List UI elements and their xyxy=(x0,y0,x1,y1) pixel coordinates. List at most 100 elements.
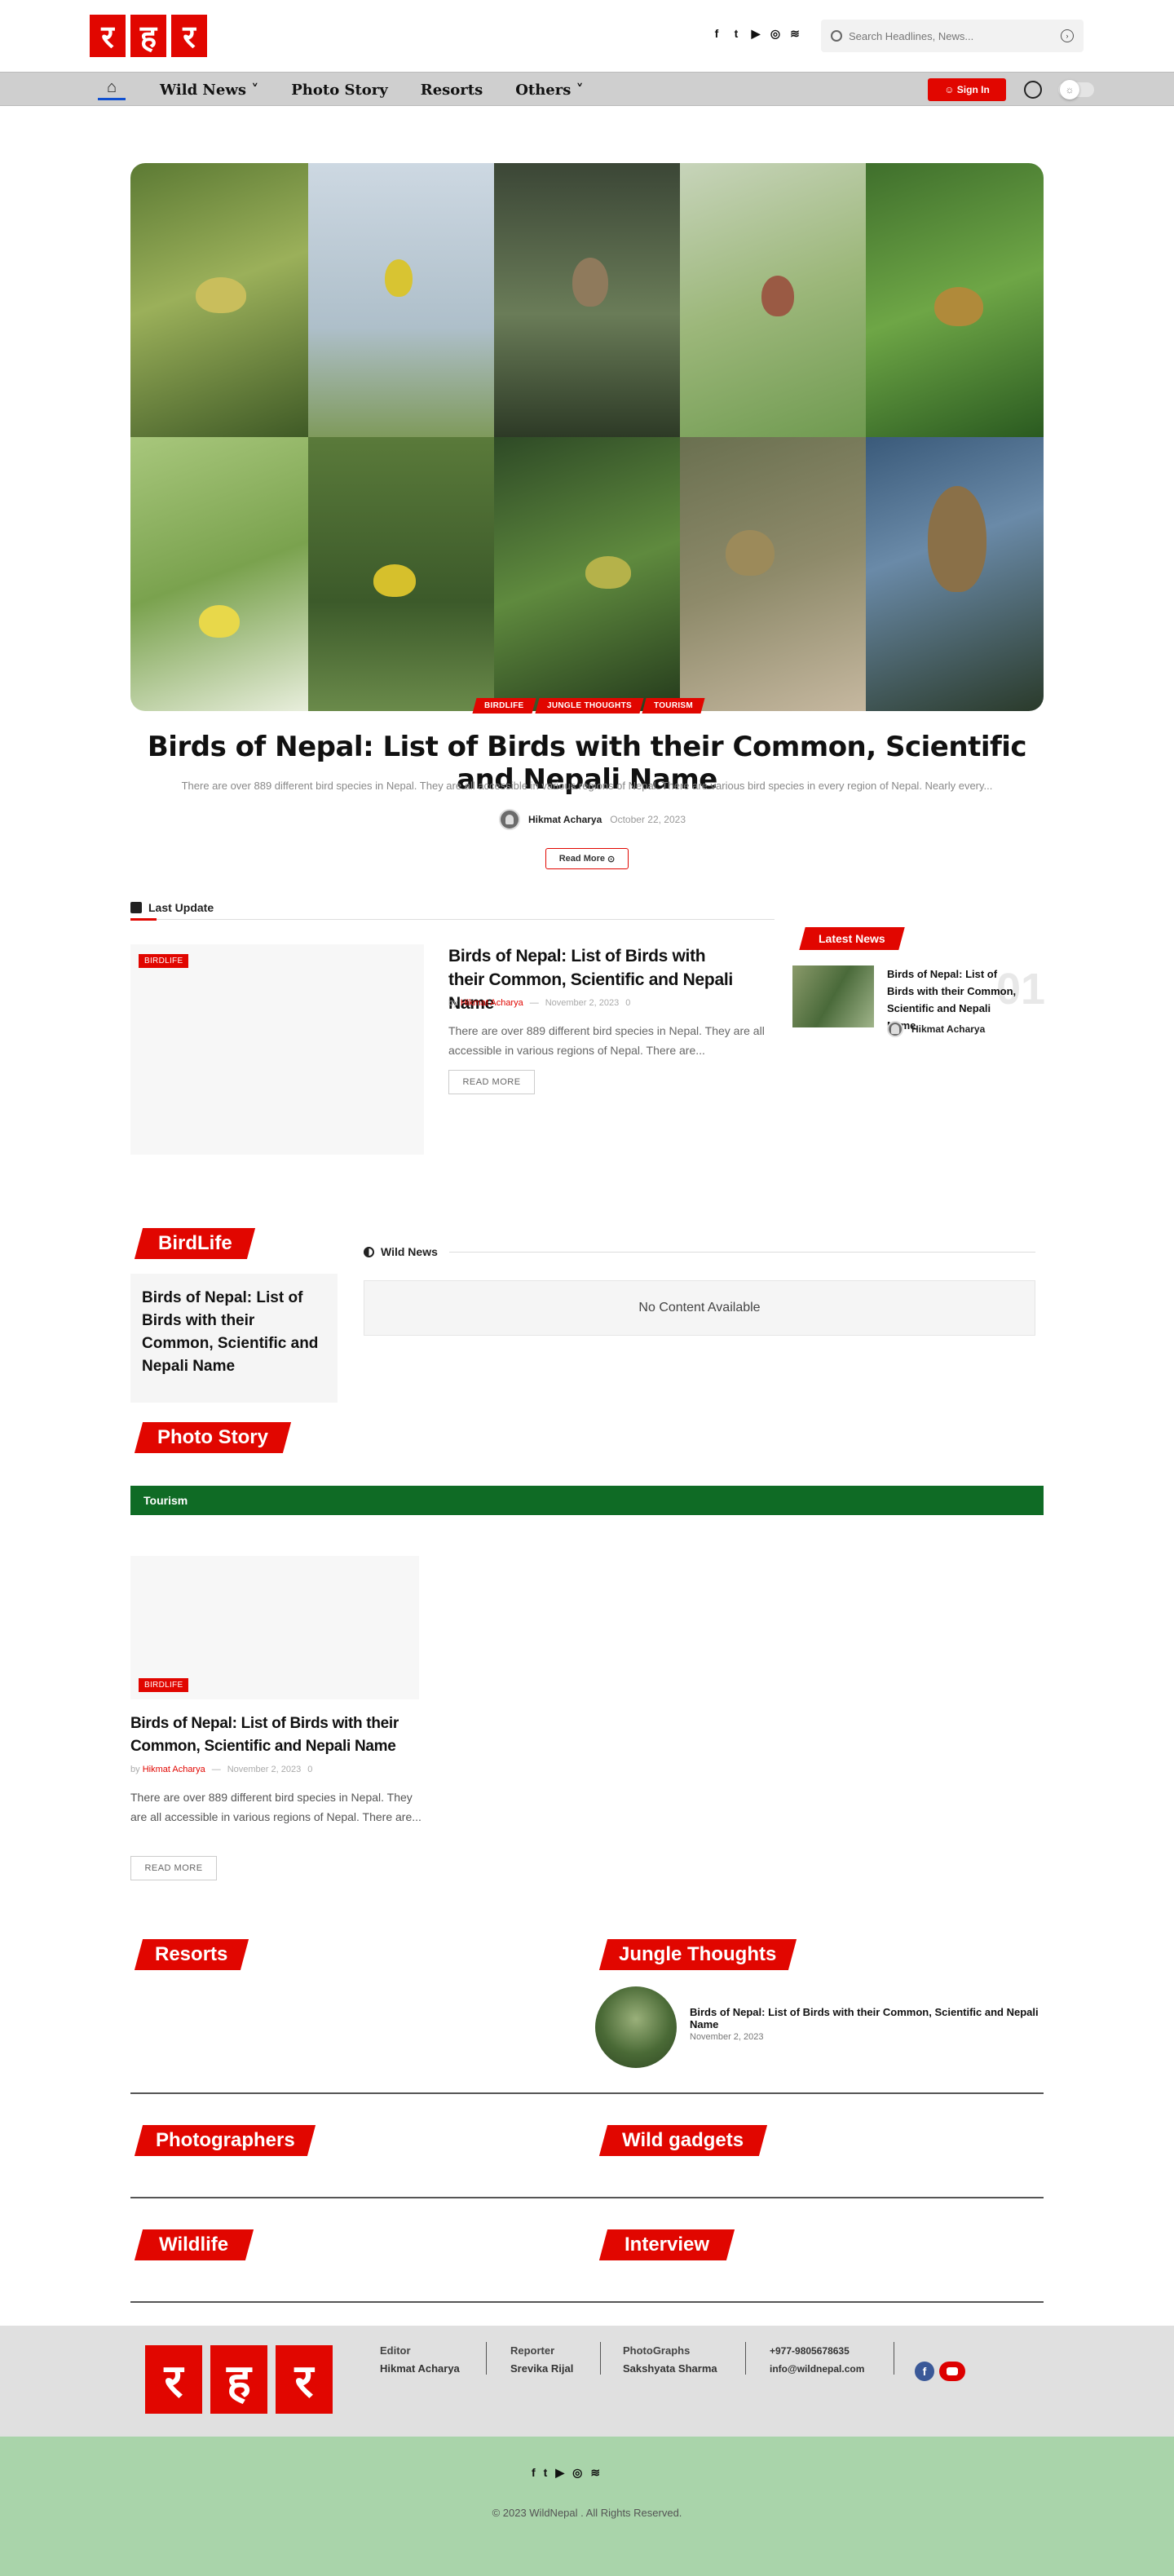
comment-count[interactable]: 0 xyxy=(307,1765,312,1774)
read-more-button[interactable]: Read More ⊙ xyxy=(545,848,629,869)
nav-wild-news[interactable]: Wild News ˅ xyxy=(160,82,258,99)
youtube-icon[interactable] xyxy=(939,2362,965,2381)
birdlife-heading[interactable]: BirdLife xyxy=(134,1228,256,1259)
home-icon[interactable]: ⌂ xyxy=(98,79,126,100)
comment-count[interactable]: 0 xyxy=(625,998,630,1008)
youtube-icon[interactable]: ▶ xyxy=(555,2466,564,2480)
twitter-icon[interactable]: t xyxy=(730,27,742,40)
post-meta: by Hikmat Acharya — November 2, 2023 0 xyxy=(130,1765,313,1774)
post-thumbnail[interactable] xyxy=(792,965,874,1027)
read-more-button[interactable]: READ MORE xyxy=(448,1070,535,1094)
footer-contact: +977-9805678635 info@wildnepal.com xyxy=(770,2342,864,2378)
search-submit-icon[interactable]: › xyxy=(1061,29,1074,42)
logo-letter: ह xyxy=(210,2345,267,2414)
facebook-icon[interactable]: f xyxy=(711,27,722,40)
avatar xyxy=(887,1021,903,1037)
site-logo[interactable]: र ह र xyxy=(90,15,207,57)
search-icon xyxy=(831,30,842,42)
footer-info: र ह र Editor Hikmat Acharya Reporter Srevi… xyxy=(0,2326,1174,2437)
search-input[interactable]: Search Headlines, News... › xyxy=(821,20,1084,52)
sign-in-button[interactable]: ☺ Sign In xyxy=(928,78,1006,101)
hero-excerpt: There are over 889 different bird specie… xyxy=(181,780,993,792)
post-thumbnail[interactable] xyxy=(595,1986,677,2068)
dark-mode-toggle[interactable]: ☼ xyxy=(1058,80,1094,99)
read-more-button[interactable]: READ MORE xyxy=(130,1856,217,1880)
post-title[interactable]: Birds of Nepal: List of Birds with their… xyxy=(130,1712,416,1758)
footer-social: f xyxy=(915,2362,965,2381)
avatar xyxy=(499,809,520,830)
instagram-icon[interactable]: ◎ xyxy=(572,2466,582,2480)
hero-categories: BIRDLIFE JUNGLE THOUGHTS TOURISM xyxy=(472,698,706,714)
section-divider xyxy=(130,2092,1044,2094)
hero-image-collage[interactable] xyxy=(130,163,1044,711)
post-meta: by Hikmat Acharya — November 2, 2023 0 xyxy=(448,998,631,1008)
wildlife-heading[interactable]: Wildlife xyxy=(134,2229,254,2260)
birdlife-card[interactable]: Birds of Nepal: List of Birds with their… xyxy=(130,1274,338,1403)
logo-letter: र xyxy=(276,2345,333,2414)
copyright: © 2023 WildNepal . All Rights Reserved. xyxy=(492,2507,682,2519)
main-nav: ⌂ Wild News ˅ Photo Story Resorts Others… xyxy=(0,72,1174,106)
wild-gadgets-heading[interactable]: Wild gadgets xyxy=(598,2125,768,2156)
bird-photo xyxy=(680,437,866,711)
category-tag[interactable]: JUNGLE THOUGHTS xyxy=(534,698,644,714)
facebook-icon[interactable]: f xyxy=(915,2362,934,2381)
instagram-icon[interactable]: ◎ xyxy=(770,27,781,40)
author-link[interactable]: Hikmat Acharya xyxy=(461,998,523,1008)
bird-photo xyxy=(494,437,680,711)
resorts-heading[interactable]: Resorts xyxy=(134,1939,249,1970)
footer-divider xyxy=(486,2342,487,2375)
post-title[interactable]: Birds of Nepal: List of Birds with their… xyxy=(690,2006,1048,2030)
photographers-heading[interactable]: Photographers xyxy=(134,2125,316,2156)
empty-state: No Content Available xyxy=(364,1280,1035,1336)
logo-letter: र xyxy=(90,15,126,57)
bird-photo xyxy=(130,437,308,711)
category-tag[interactable]: BIRDLIFE xyxy=(139,954,189,968)
author-name[interactable]: Hikmat Acharya xyxy=(911,1023,985,1035)
search-placeholder: Search Headlines, News... xyxy=(849,29,974,42)
post-excerpt: There are over 889 different bird specie… xyxy=(448,1024,765,1057)
category-tag[interactable]: BIRDLIFE xyxy=(472,698,536,714)
page: र ह र f t ▶ ◎ ≋ Search Headlines, News..… xyxy=(0,0,1174,2576)
category-tag[interactable]: TOURISM xyxy=(642,698,706,714)
footer-phone[interactable]: +977-9805678635 xyxy=(770,2342,864,2360)
logo-letter: ह xyxy=(130,15,166,57)
rss-icon[interactable]: ≋ xyxy=(590,2466,600,2480)
nav-resorts[interactable]: Resorts xyxy=(421,82,483,99)
logo-letter: र xyxy=(145,2345,202,2414)
book-icon xyxy=(130,901,142,913)
author-name[interactable]: Hikmat Acharya xyxy=(528,814,602,825)
last-update-heading: Last Update xyxy=(130,895,775,921)
rss-icon[interactable]: ≋ xyxy=(789,27,801,40)
facebook-icon[interactable]: f xyxy=(532,2466,536,2480)
footer-divider xyxy=(600,2342,601,2375)
interview-heading[interactable]: Interview xyxy=(598,2229,735,2260)
post-title[interactable]: Birds of Nepal: List of Birds with their… xyxy=(142,1287,326,1378)
nav-others[interactable]: Others ˅ xyxy=(515,82,583,99)
clock-icon[interactable] xyxy=(1024,81,1042,99)
post-thumbnail[interactable] xyxy=(130,944,424,1155)
wild-news-heading: Wild News xyxy=(364,1239,1035,1264)
jungle-thoughts-heading[interactable]: Jungle Thoughts xyxy=(598,1939,797,1970)
twitter-icon[interactable]: t xyxy=(544,2466,548,2480)
post-date: November 2, 2023 xyxy=(227,1765,302,1774)
footer-email[interactable]: info@wildnepal.com xyxy=(770,2360,864,2378)
nav-photo-story[interactable]: Photo Story xyxy=(291,82,387,99)
half-circle-icon xyxy=(364,1246,374,1257)
footer-divider xyxy=(745,2342,746,2375)
bird-photo xyxy=(494,163,680,437)
hero-meta: Hikmat Acharya October 22, 2023 xyxy=(499,809,686,830)
author-link[interactable]: Hikmat Acharya xyxy=(143,1765,205,1774)
photo-story-heading[interactable]: Photo Story xyxy=(134,1422,292,1453)
youtube-icon[interactable]: ▶ xyxy=(750,27,761,40)
section-divider xyxy=(130,2197,1044,2198)
footer-photographer: PhotoGraphs Sakshyata Sharma xyxy=(623,2344,717,2375)
post-excerpt: There are over 889 different bird specie… xyxy=(130,1791,421,1823)
footer-social-links: f t ▶ ◎ ≋ xyxy=(532,2466,600,2480)
post-date: October 22, 2023 xyxy=(610,814,686,825)
footer-logo[interactable]: र ह र xyxy=(145,2345,333,2414)
top-header: र ह र f t ▶ ◎ ≋ Search Headlines, News..… xyxy=(0,0,1174,72)
post-author: Hikmat Acharya xyxy=(887,1021,985,1037)
category-tag[interactable]: BIRDLIFE xyxy=(139,1678,189,1692)
tourism-heading[interactable]: Tourism xyxy=(130,1486,1044,1515)
post-date: November 2, 2023 xyxy=(545,998,620,1008)
